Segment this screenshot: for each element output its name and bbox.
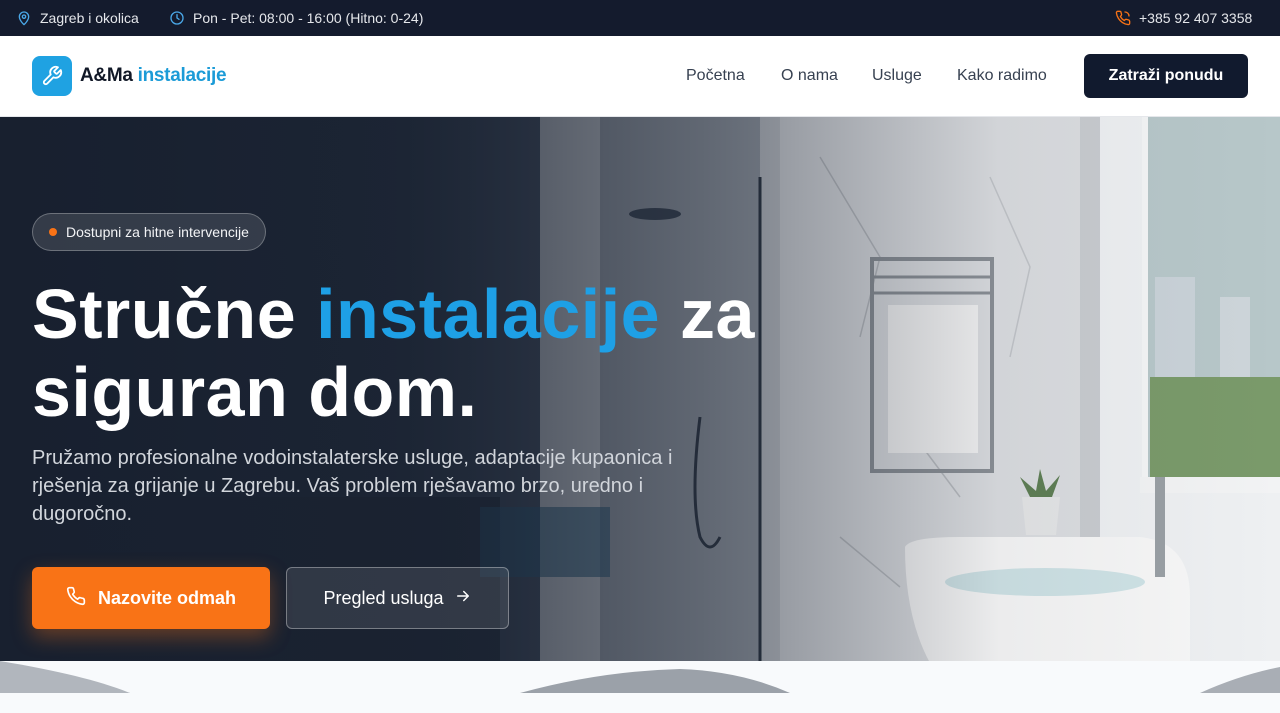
headline-accent: instalacije <box>316 275 661 353</box>
request-quote-button[interactable]: Zatraži ponudu <box>1084 54 1248 98</box>
headline-part2: za <box>680 275 755 353</box>
site-header: A&Ma instalacije Početna O nama Usluge K… <box>0 36 1280 117</box>
status-dot-icon <box>49 228 57 236</box>
hours-text: Pon - Pet: 08:00 - 16:00 (Hitno: 0-24) <box>193 10 424 26</box>
phone-icon <box>66 586 86 611</box>
badge-text: Dostupni za hitne intervencije <box>66 224 249 240</box>
phone-icon <box>1115 10 1131 26</box>
top-info-bar: Zagreb i okolica Pon - Pet: 08:00 - 16:0… <box>0 0 1280 36</box>
map-pin-icon <box>16 10 32 26</box>
logo-primary: A&Ma <box>80 65 133 86</box>
services-overview-label: Pregled usluga <box>323 587 444 608</box>
services-overview-button[interactable]: Pregled usluga <box>286 567 509 629</box>
headline-part1: Stručne <box>32 275 297 353</box>
arrow-right-icon <box>454 587 472 610</box>
headline-line2: siguran dom. <box>32 353 478 431</box>
hero-section: Dostupni za hitne intervencije Stručne i… <box>0 117 1280 663</box>
availability-badge: Dostupni za hitne intervencije <box>32 213 266 251</box>
nav-item-pocetna[interactable]: Početna <box>686 67 745 85</box>
hero-description: Pružamo profesionalne vodoinstalaterske … <box>32 447 673 525</box>
phone-link[interactable]: +385 92 407 3358 <box>1115 0 1252 36</box>
hours-info: Pon - Pet: 08:00 - 16:00 (Hitno: 0-24) <box>169 0 423 36</box>
location-text: Zagreb i okolica <box>40 10 139 26</box>
logo-text: A&Ma instalacije <box>80 65 227 87</box>
call-now-label: Nazovite odmah <box>97 587 237 608</box>
nav-item-kako-radimo[interactable]: Kako radimo <box>957 67 1047 85</box>
phone-text: +385 92 407 3358 <box>1139 10 1253 26</box>
call-now-button[interactable]: Nazovite odmah <box>32 567 270 629</box>
nav-item-o-nama[interactable]: O nama <box>781 67 838 85</box>
clock-icon <box>169 10 185 26</box>
logo-secondary: instalacije <box>137 65 227 86</box>
location-info: Zagreb i okolica <box>16 0 139 36</box>
logo[interactable]: A&Ma instalacije <box>32 56 227 96</box>
wrench-icon <box>32 56 72 96</box>
wave-divider <box>0 661 1280 713</box>
hero-headline: Stručne instalacije za siguran dom. <box>32 275 832 431</box>
nav-item-usluge[interactable]: Usluge <box>872 67 922 85</box>
